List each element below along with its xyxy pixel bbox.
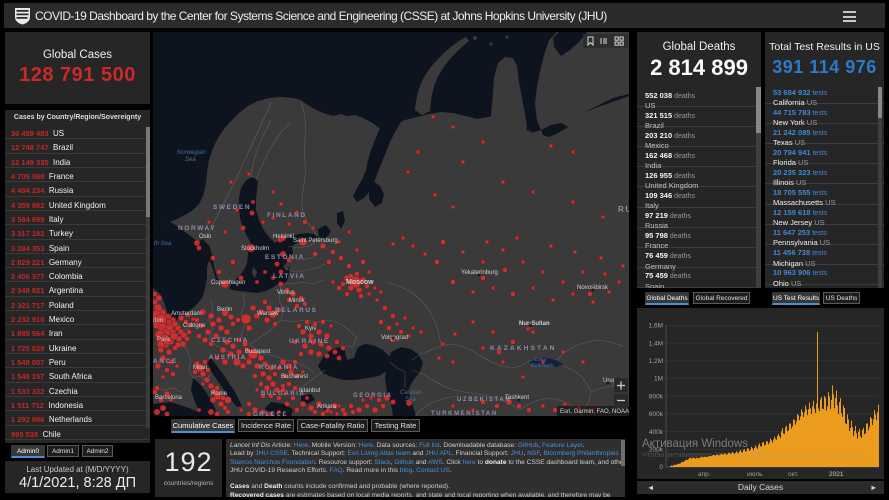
- svg-text:CZECHIA: CZECHIA: [211, 338, 249, 344]
- svg-text:Stockholm: Stockholm: [241, 246, 269, 252]
- svg-text:Активация Windows: Активация Windows: [642, 438, 748, 450]
- svg-text:Sea: Sea: [185, 157, 196, 163]
- svg-text:2021: 2021: [829, 471, 844, 478]
- svg-text:Caspian: Caspian: [400, 390, 423, 396]
- svg-text:RU: RU: [618, 205, 629, 214]
- svg-text:Copenhagen: Copenhagen: [211, 280, 245, 286]
- svg-text:UZBEKISTAN: UZBEKISTAN: [457, 397, 511, 403]
- svg-text:июль: июль: [747, 471, 763, 478]
- svg-text:Sea: Sea: [405, 397, 416, 403]
- svg-text:1M: 1M: [654, 376, 663, 383]
- svg-text:Istanbul: Istanbul: [299, 388, 320, 394]
- svg-text:600k: 600k: [649, 411, 664, 418]
- svg-text:Tashkent: Tashkent: [505, 395, 529, 401]
- svg-text:Warsaw: Warsaw: [257, 311, 279, 317]
- svg-text:Volgograd: Volgograd: [381, 335, 408, 341]
- svg-text:Milan: Milan: [193, 365, 207, 371]
- svg-text:Ankara: Ankara: [317, 404, 337, 410]
- svg-text:NORWAY: NORWAY: [178, 225, 216, 232]
- svg-text:Barcelona: Barcelona: [155, 395, 183, 401]
- svg-text:Чтобы активировать Windows, пе: Чтобы активировать Windows, перейдите в …: [642, 450, 869, 459]
- svg-text:ANCE: ANCE: [153, 358, 178, 365]
- svg-text:UKRAINE: UKRAINE: [289, 338, 330, 345]
- svg-text:Cologne: Cologne: [183, 323, 206, 329]
- svg-text:KAZAKHSTAN: KAZAKHSTAN: [490, 345, 557, 352]
- svg-text:Norwegian: Norwegian: [177, 150, 206, 156]
- svg-text:1,6M: 1,6M: [649, 323, 663, 330]
- svg-text:Amsterdam: Amsterdam: [171, 311, 202, 317]
- svg-text:Oslo: Oslo: [199, 234, 212, 240]
- svg-text:LATVIA: LATVIA: [273, 273, 306, 280]
- svg-text:1,4M: 1,4M: [649, 340, 663, 347]
- svg-text:Minsk: Minsk: [289, 298, 306, 304]
- svg-text:GREECE: GREECE: [253, 412, 288, 416]
- svg-text:Bucharest: Bucharest: [281, 374, 308, 380]
- svg-text:400k: 400k: [649, 429, 664, 436]
- svg-text:окт.: окт.: [788, 471, 799, 478]
- svg-text:Saint Petersburg: Saint Petersburg: [293, 238, 338, 244]
- svg-text:Rome: Rome: [211, 391, 228, 397]
- svg-text:Budapest: Budapest: [245, 349, 271, 355]
- svg-text:ESTONIA: ESTONIA: [265, 254, 305, 261]
- svg-text:1,2M: 1,2M: [649, 358, 663, 365]
- svg-text:800k: 800k: [649, 393, 664, 400]
- svg-text:don: don: [153, 318, 163, 324]
- svg-text:SWEDEN: SWEDEN: [213, 204, 251, 211]
- svg-text:Balkhash: Balkhash: [531, 363, 554, 369]
- svg-text:ROMANIA: ROMANIA: [259, 365, 299, 371]
- svg-text:th Sea: th Sea: [154, 241, 172, 247]
- svg-text:0: 0: [659, 464, 663, 471]
- svg-text:Vilnius: Vilnius: [277, 290, 295, 296]
- svg-text:Kyiv: Kyiv: [305, 326, 316, 332]
- svg-text:TURKMENISTAN: TURKMENISTAN: [431, 411, 498, 416]
- svg-text:AUSTRIA: AUSTRIA: [209, 355, 247, 361]
- svg-text:Moscow: Moscow: [346, 279, 374, 286]
- svg-text:Esri, Garmin, FAO, NOAA: Esri, Garmin, FAO, NOAA: [560, 409, 629, 415]
- svg-text:GEORGIA: GEORGIA: [353, 393, 393, 399]
- svg-text:апр.: апр.: [698, 471, 711, 478]
- svg-text:Helsinki: Helsinki: [273, 234, 294, 240]
- svg-text:Nur-Sultan: Nur-Sultan: [519, 321, 550, 327]
- svg-text:BELARUS: BELARUS: [275, 307, 318, 314]
- svg-text:FINLAND: FINLAND: [267, 212, 307, 219]
- svg-text:Paris: Paris: [157, 337, 171, 343]
- svg-text:Berlin: Berlin: [217, 307, 232, 313]
